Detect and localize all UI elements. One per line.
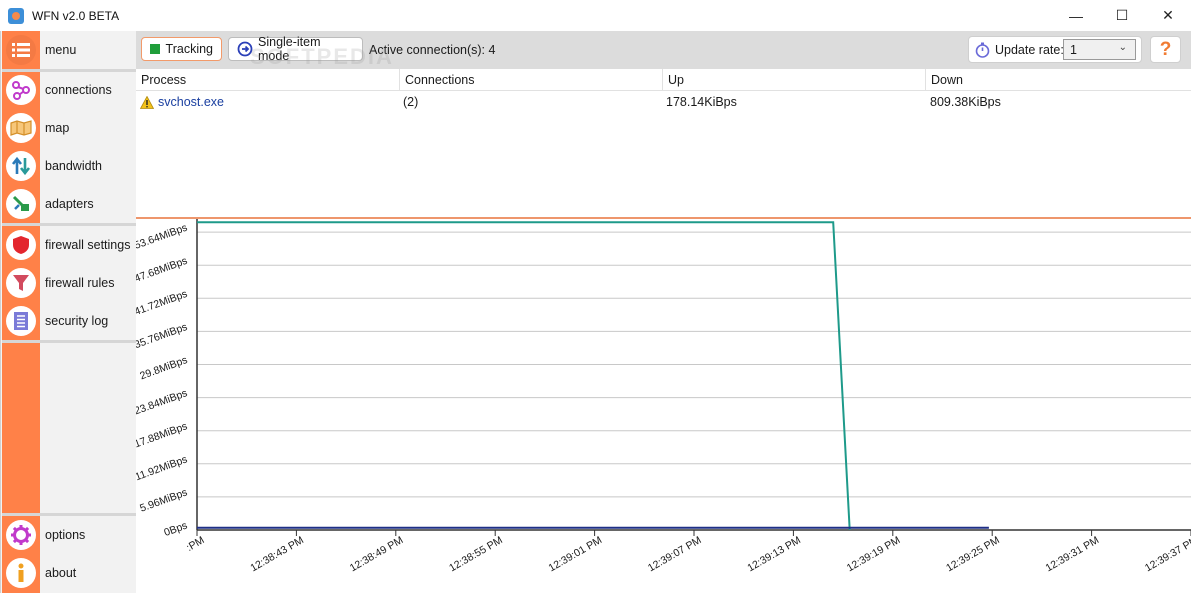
maximize-button[interactable]: ☐	[1099, 0, 1145, 31]
down-cell: 809.38KiBps	[930, 95, 1001, 109]
x-tick-label: 12:39:25 PM	[944, 534, 1002, 574]
chevron-down-icon: ⌄	[1118, 42, 1127, 53]
toolbar: Tracking Single-item mode Active connect…	[136, 31, 1191, 69]
table-row[interactable]: svchost.exe (2) 178.14KiBps 809.38KiBps	[136, 92, 1191, 112]
sidebar-item-label: map	[45, 121, 70, 135]
shield-icon	[6, 230, 36, 260]
y-tick-label: 41.72MiBps	[136, 288, 189, 318]
update-rate-select[interactable]: 1 ⌄	[1063, 39, 1136, 60]
share-nodes-icon	[6, 75, 36, 105]
sidebar-item-options[interactable]: options	[2, 516, 136, 554]
column-header-connections[interactable]: Connections	[400, 69, 663, 91]
process-name: svchost.exe	[158, 95, 225, 109]
window-controls: — ☐ ✕	[1053, 0, 1191, 31]
sidebar-divider	[2, 223, 136, 226]
minimize-button[interactable]: —	[1053, 0, 1099, 31]
network-adapter-icon	[6, 189, 36, 219]
sidebar-item-label: security log	[45, 314, 109, 328]
sidebar-item-label: menu	[45, 43, 77, 57]
stop-square-icon	[150, 44, 160, 54]
gear-icon	[6, 520, 36, 550]
map-icon	[6, 113, 36, 143]
x-tick-label: 12:39:37 PM	[1143, 534, 1191, 574]
update-rate-label: Update rate:	[995, 42, 1064, 57]
help-button[interactable]: ?	[1150, 36, 1181, 63]
sidebar-item-bandwidth[interactable]: bandwidth	[2, 147, 136, 185]
y-tick-label: 23.84MiBps	[136, 387, 189, 417]
x-tick-label: 12:38:43 PM	[248, 534, 306, 574]
info-icon	[6, 558, 36, 588]
y-tick-label: 17.88MiBps	[136, 420, 189, 450]
bandwidth-chart: 0Bps 5.96MiBps 11.92MiBps 17.88MiBps 23.84Mi…	[136, 217, 1191, 593]
window-title: WFN v2.0 BETA	[32, 8, 120, 23]
chart-grid	[136, 217, 1191, 536]
update-rate-value: 1	[1070, 42, 1077, 57]
table-header: Process Connections Up Down	[136, 69, 1191, 91]
single-item-mode-label: Single-item mode	[258, 35, 321, 63]
y-tick-label: 11.92MiBps	[136, 453, 189, 483]
sidebar-item-connections[interactable]: connections	[2, 71, 136, 109]
sidebar-item-label: adapters	[45, 197, 94, 211]
column-header-process[interactable]: Process	[136, 69, 400, 91]
stopwatch-icon	[975, 42, 990, 58]
sidebar-item-label: firewall rules	[45, 276, 115, 290]
log-list-icon	[6, 306, 36, 336]
y-tick-label: 0Bps	[162, 520, 189, 539]
connections-table: Process Connections Up Down svchost.exe …	[136, 69, 1191, 217]
x-tick-label: 12:39:19 PM	[845, 534, 903, 574]
column-header-down[interactable]: Down	[926, 69, 1191, 91]
update-rate-group: Update rate: 1 ⌄	[968, 36, 1142, 63]
tracking-button[interactable]: Tracking	[141, 37, 222, 61]
sidebar-item-menu[interactable]: menu	[2, 31, 136, 69]
y-tick-label: 53.64MiBps	[136, 222, 189, 252]
up-down-arrows-icon	[6, 151, 36, 181]
chart-series	[197, 221, 989, 531]
sidebar-item-firewall-rules[interactable]: firewall rules	[2, 264, 136, 302]
close-button[interactable]: ✕	[1145, 0, 1191, 31]
sidebar-divider	[2, 340, 136, 343]
single-item-mode-button[interactable]: Single-item mode	[228, 35, 363, 63]
bandwidth-chart-svg: 0Bps 5.96MiBps 11.92MiBps17.88MiBps23.84Mi…	[136, 217, 1191, 574]
x-tick-label: 12:38:49 PM	[348, 534, 406, 574]
sidebar-divider	[2, 69, 136, 72]
x-tick-label: 12:39:13 PM	[745, 534, 803, 574]
process-cell: svchost.exe	[140, 92, 395, 112]
y-tick-label: 47.68MiBps	[136, 255, 189, 285]
x-tick-label: :PM	[184, 534, 206, 554]
sidebar-item-firewall-settings[interactable]: firewall settings	[2, 226, 136, 264]
y-tick-label: 35.76MiBps	[136, 321, 189, 351]
sidebar-item-label: options	[45, 528, 86, 542]
connections-cell: (2)	[403, 95, 419, 109]
arrow-circle-icon	[237, 41, 253, 57]
title-bar: WFN v2.0 BETA — ☐ ✕	[0, 0, 1191, 31]
up-cell: 178.14KiBps	[666, 95, 737, 109]
active-connections-text: Active connection(s): 4	[369, 43, 496, 57]
y-axis-labels: 0Bps 5.96MiBps 11.92MiBps17.88MiBps23.84Mi…	[136, 222, 189, 539]
x-tick-label: 12:39:01 PM	[547, 534, 605, 574]
x-tick-label: 12:38:55 PM	[447, 534, 505, 574]
sidebar-item-security-log[interactable]: security log	[2, 302, 136, 340]
sidebar-item-map[interactable]: map	[2, 109, 136, 147]
sidebar-item-label: connections	[45, 83, 112, 97]
sidebar-item-label: firewall settings	[45, 238, 131, 252]
sidebar-item-adapters[interactable]: adapters	[2, 185, 136, 223]
x-tick-label: 12:39:07 PM	[646, 534, 704, 574]
tracking-label: Tracking	[165, 42, 213, 56]
sidebar-divider	[2, 513, 136, 516]
app-logo-icon	[8, 7, 24, 24]
column-header-up[interactable]: Up	[663, 69, 926, 91]
y-tick-label: 5.96MiBps	[138, 486, 189, 514]
sidebar-item-about[interactable]: about	[2, 554, 136, 592]
x-axis-labels: :PM 12:38:43 PM 12:38:49 PM 12:38:55 PM 12:3…	[184, 534, 1191, 574]
warning-icon	[140, 95, 154, 109]
sidebar-item-label: about	[45, 566, 77, 580]
x-tick-label: 12:39:31 PM	[1044, 534, 1102, 574]
funnel-icon	[6, 268, 36, 298]
sidebar-item-label: bandwidth	[45, 159, 102, 173]
hamburger-menu-icon	[6, 35, 36, 65]
y-tick-label: 29.8MiBps	[138, 354, 189, 382]
series-line-down	[197, 221, 851, 531]
sidebar: menu connections map bandwidth adapters …	[0, 31, 136, 593]
